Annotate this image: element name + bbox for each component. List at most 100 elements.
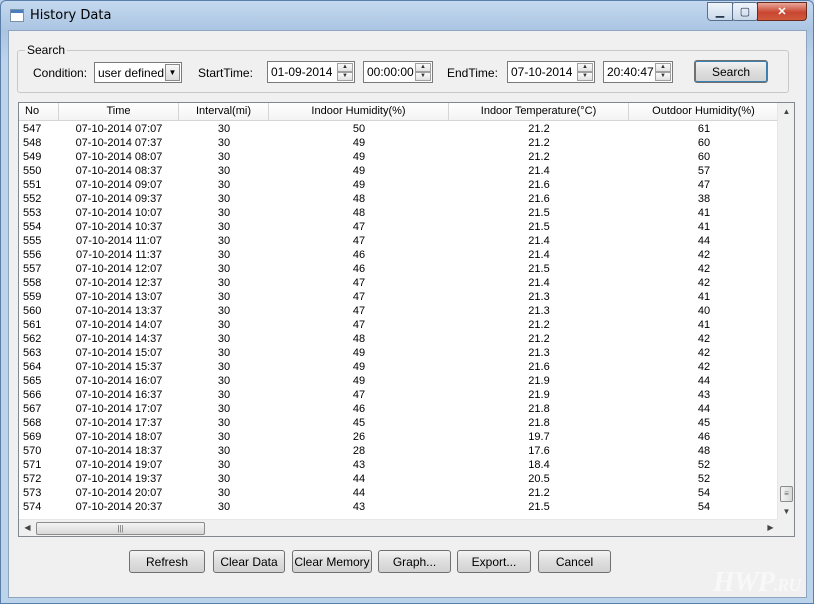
table-row[interactable]: 567 07-10-2014 17:07 30 46 21.8 44 — [19, 402, 779, 416]
export-button[interactable]: Export... — [457, 550, 531, 573]
column-header[interactable]: Time — [59, 103, 179, 121]
horizontal-scroll-thumb[interactable]: ||| — [36, 522, 205, 535]
table-row[interactable]: 551 07-10-2014 09:07 30 49 21.6 47 — [19, 178, 779, 192]
scroll-up-icon[interactable]: ▲ — [778, 103, 794, 120]
table-row[interactable]: 568 07-10-2014 17:37 30 45 21.8 45 — [19, 416, 779, 430]
column-header[interactable]: Indoor Humidity(%) — [269, 103, 449, 121]
table-cell: 41 — [697, 319, 711, 331]
cancel-button[interactable]: Cancel — [538, 550, 611, 573]
minimize-button[interactable]: ▁ — [707, 2, 733, 21]
spin-up-icon[interactable]: ▲ — [415, 63, 431, 72]
table-row[interactable]: 557 07-10-2014 12:07 30 46 21.5 42 — [19, 262, 779, 276]
table-row[interactable]: 562 07-10-2014 14:37 30 48 21.2 42 — [19, 332, 779, 346]
table-cell: 566 — [23, 389, 42, 401]
column-header[interactable]: No — [19, 103, 59, 121]
table-cell: 07-10-2014 20:37 — [75, 501, 163, 513]
table-row[interactable]: 565 07-10-2014 16:07 30 49 21.9 44 — [19, 374, 779, 388]
table-row[interactable]: 552 07-10-2014 09:37 30 48 21.6 38 — [19, 192, 779, 206]
table-row[interactable]: 553 07-10-2014 10:07 30 48 21.5 41 — [19, 206, 779, 220]
start-date-picker[interactable]: 01-09-2014 ▲ ▼ — [267, 61, 355, 83]
chevron-down-icon[interactable]: ▼ — [165, 64, 180, 81]
table-cell: 28 — [352, 445, 366, 457]
clear-memory-button[interactable]: Clear Memory — [292, 550, 372, 573]
graph-button[interactable]: Graph... — [378, 550, 451, 573]
table-cell: 21.2 — [528, 319, 550, 331]
column-header[interactable]: Interval(mi) — [179, 103, 269, 121]
scroll-down-icon[interactable]: ▼ — [778, 503, 794, 520]
table-cell: 07-10-2014 11:37 — [75, 249, 163, 261]
table-row[interactable]: 550 07-10-2014 08:37 30 49 21.4 57 — [19, 164, 779, 178]
spin-down-icon[interactable]: ▼ — [577, 72, 593, 81]
spin-down-icon[interactable]: ▼ — [337, 72, 353, 81]
table-cell: 42 — [697, 277, 711, 289]
watermark-main: HWP — [713, 567, 775, 598]
condition-label: Condition: — [33, 66, 88, 80]
table-row[interactable]: 559 07-10-2014 13:07 30 47 21.3 41 — [19, 290, 779, 304]
maximize-button[interactable]: ▢ — [732, 2, 758, 21]
table-row[interactable]: 572 07-10-2014 19:37 30 44 20.5 52 — [19, 472, 779, 486]
spin-down-icon[interactable]: ▼ — [415, 72, 431, 81]
table-cell: 21.5 — [528, 263, 550, 275]
search-button[interactable]: Search — [694, 60, 768, 83]
table-cell: 571 — [23, 459, 42, 471]
table-row[interactable]: 561 07-10-2014 14:07 30 47 21.2 41 — [19, 318, 779, 332]
table-row[interactable]: 556 07-10-2014 11:37 30 46 21.4 42 — [19, 248, 779, 262]
horizontal-scrollbar[interactable]: ◀ ||| ▶ — [19, 519, 779, 536]
spin-up-icon[interactable]: ▲ — [577, 63, 593, 72]
column-header[interactable]: Indoor Temperature(°C) — [449, 103, 629, 121]
table-cell: 30 — [217, 179, 231, 191]
history-data-table[interactable]: No Time Interval(mi) Indoor Humidity(%) Indo… — [18, 102, 795, 537]
spin-up-icon[interactable]: ▲ — [655, 63, 671, 72]
table-cell: 21.5 — [528, 501, 550, 513]
table-body: 547 07-10-2014 07:07 30 50 21.2 61 548 07-10-20… — [19, 122, 779, 514]
table-cell: 570 — [23, 445, 42, 457]
title-bar[interactable]: History Data ▁ ▢ ✕ — [1, 1, 813, 31]
table-cell: 30 — [217, 249, 231, 261]
table-row[interactable]: 560 07-10-2014 13:37 30 47 21.3 40 — [19, 304, 779, 318]
table-cell: 07-10-2014 19:37 — [75, 473, 163, 485]
table-row[interactable]: 548 07-10-2014 07:37 30 49 21.2 60 — [19, 136, 779, 150]
table-row[interactable]: 570 07-10-2014 18:37 30 28 17.6 48 — [19, 444, 779, 458]
table-row[interactable]: 566 07-10-2014 16:37 30 47 21.9 43 — [19, 388, 779, 402]
table-row[interactable]: 569 07-10-2014 18:07 30 26 19.7 46 — [19, 430, 779, 444]
end-time-spinner[interactable]: ▲ ▼ — [655, 63, 671, 81]
table-row[interactable]: 549 07-10-2014 08:07 30 49 21.2 60 — [19, 150, 779, 164]
table-cell: 07-10-2014 16:37 — [75, 389, 163, 401]
start-date-spinner[interactable]: ▲ ▼ — [337, 63, 353, 81]
table-cell: 46 — [352, 403, 366, 415]
condition-select[interactable]: user defined ▼ — [94, 62, 182, 83]
table-row[interactable]: 571 07-10-2014 19:07 30 43 18.4 52 — [19, 458, 779, 472]
table-row[interactable]: 573 07-10-2014 20:07 30 44 21.2 54 — [19, 486, 779, 500]
table-row[interactable]: 547 07-10-2014 07:07 30 50 21.2 61 — [19, 122, 779, 136]
table-cell: 30 — [217, 277, 231, 289]
spin-down-icon[interactable]: ▼ — [655, 72, 671, 81]
scroll-left-icon[interactable]: ◀ — [19, 520, 36, 536]
table-cell: 46 — [352, 249, 366, 261]
end-date-picker[interactable]: 07-10-2014 ▲ ▼ — [507, 61, 595, 83]
table-cell: 07-10-2014 13:07 — [75, 291, 163, 303]
column-header[interactable]: Outdoor Humidity(%) — [629, 103, 779, 121]
table-row[interactable]: 554 07-10-2014 10:37 30 47 21.5 41 — [19, 220, 779, 234]
end-date-spinner[interactable]: ▲ ▼ — [577, 63, 593, 81]
table-cell: 574 — [23, 501, 42, 513]
table-cell: 568 — [23, 417, 42, 429]
table-cell: 30 — [217, 431, 231, 443]
table-cell: 30 — [217, 389, 231, 401]
start-time-picker[interactable]: 00:00:00 ▲ ▼ — [363, 61, 433, 83]
table-cell: 07-10-2014 16:07 — [75, 375, 163, 387]
refresh-button[interactable]: Refresh — [129, 550, 205, 573]
table-cell: 46 — [352, 263, 366, 275]
table-row[interactable]: 563 07-10-2014 15:07 30 49 21.3 42 — [19, 346, 779, 360]
vertical-scroll-thumb[interactable]: ≡ — [780, 486, 793, 502]
close-button[interactable]: ✕ — [757, 2, 807, 21]
table-row[interactable]: 558 07-10-2014 12:37 30 47 21.4 42 — [19, 276, 779, 290]
table-row[interactable]: 574 07-10-2014 20:37 30 43 21.5 54 — [19, 500, 779, 514]
start-time-spinner[interactable]: ▲ ▼ — [415, 63, 431, 81]
vertical-scrollbar[interactable]: ▲ ≡ ▼ — [777, 103, 794, 520]
spin-up-icon[interactable]: ▲ — [337, 63, 353, 72]
clear-data-button[interactable]: Clear Data — [213, 550, 285, 573]
table-row[interactable]: 555 07-10-2014 11:07 30 47 21.4 44 — [19, 234, 779, 248]
table-row[interactable]: 564 07-10-2014 15:37 30 49 21.6 42 — [19, 360, 779, 374]
end-time-picker[interactable]: 20:40:47 ▲ ▼ — [603, 61, 673, 83]
table-cell: 30 — [217, 333, 231, 345]
